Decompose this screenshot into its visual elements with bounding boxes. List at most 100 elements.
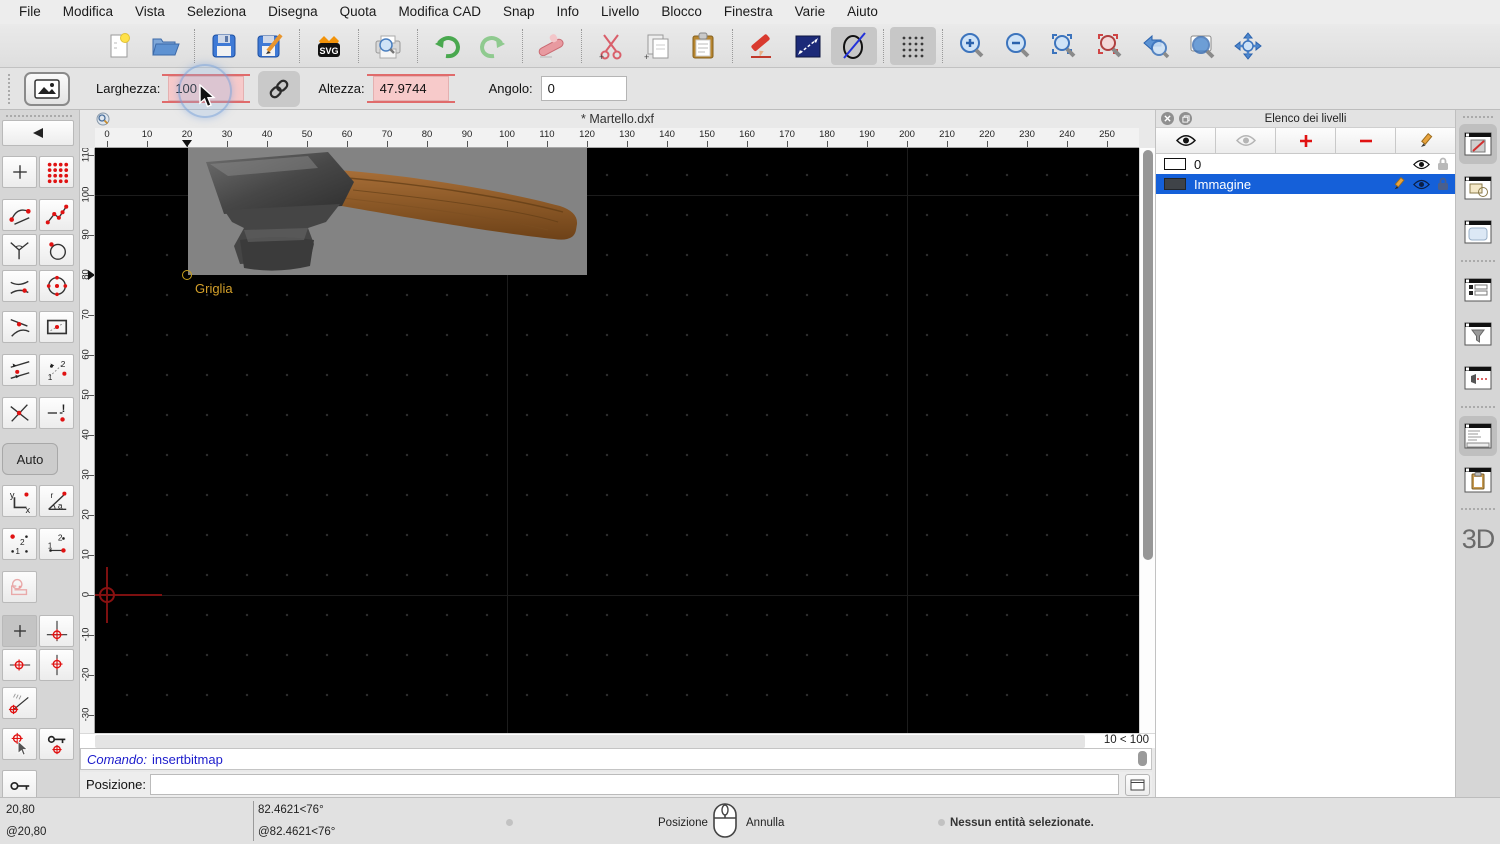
snap-tangent-button[interactable] xyxy=(2,270,37,302)
restrict-angle-button[interactable] xyxy=(2,687,37,719)
menu-item-vista[interactable]: Vista xyxy=(124,0,176,24)
selection-filter-panel-button[interactable] xyxy=(1459,314,1497,354)
restrict-off-button[interactable] xyxy=(2,571,37,603)
copy-button[interactable]: + xyxy=(634,27,680,65)
layer-edit-icon[interactable] xyxy=(1392,177,1406,191)
insert-image-tool-button[interactable] xyxy=(24,72,70,106)
back-button[interactable] xyxy=(2,120,74,146)
menu-item-file[interactable]: File xyxy=(8,0,52,24)
angle-input[interactable] xyxy=(541,76,627,101)
canvas-vertical-scrollbar[interactable] xyxy=(1139,148,1155,733)
menu-item-quota[interactable]: Quota xyxy=(329,0,388,24)
command-line-panel-button[interactable] xyxy=(1459,416,1497,456)
layer-row-0[interactable]: 0 xyxy=(1156,154,1455,174)
canvas-horizontal-scrollbar[interactable]: 10 < 100 xyxy=(80,733,1155,748)
drawing-canvas[interactable]: Griglia xyxy=(95,148,1139,733)
snap-grid-button[interactable] xyxy=(39,156,74,188)
coordinate-cartesian-button[interactable]: yx xyxy=(2,485,37,517)
auto-zoom-button[interactable] xyxy=(1041,27,1087,65)
menu-item-finestra[interactable]: Finestra xyxy=(713,0,784,24)
open-file-button[interactable] xyxy=(142,27,188,65)
paste-button[interactable] xyxy=(680,27,726,65)
menu-item-varie[interactable]: Varie xyxy=(784,0,837,24)
snap-free-button[interactable] xyxy=(2,156,37,188)
redo-button[interactable] xyxy=(470,27,516,65)
menu-item-seleziona[interactable]: Seleziona xyxy=(176,0,257,24)
layer-visible-icon[interactable] xyxy=(1413,179,1430,190)
add-layer-button[interactable] xyxy=(1276,128,1336,153)
menu-item-disegna[interactable]: Disegna xyxy=(257,0,329,24)
layer-lock-icon[interactable] xyxy=(1437,157,1449,171)
cut-button[interactable]: + xyxy=(588,27,634,65)
remove-layer-button[interactable] xyxy=(1336,128,1396,153)
restrict-vertical-button[interactable] xyxy=(39,649,74,681)
coordinate-polar-button[interactable]: ra xyxy=(39,485,74,517)
snap-intersection-manual-button[interactable]: ! xyxy=(39,397,74,429)
command-scrollbar-thumb[interactable] xyxy=(1138,751,1147,766)
menu-item-modifica-cad[interactable]: Modifica CAD xyxy=(387,0,492,24)
command-line[interactable]: Comando: insertbitmap xyxy=(80,748,1152,770)
show-all-layers-button[interactable] xyxy=(1156,128,1216,153)
property-editor-panel-button[interactable] xyxy=(1459,212,1497,252)
zoom-selection-button[interactable] xyxy=(1087,27,1133,65)
library-browser-panel-button[interactable] xyxy=(1459,270,1497,310)
previous-view-button[interactable] xyxy=(1133,27,1179,65)
snap-auto-button[interactable] xyxy=(2,311,37,343)
save-as-button[interactable] xyxy=(247,27,293,65)
edit-layer-button[interactable] xyxy=(1396,128,1455,153)
toolbar-drag-handle[interactable] xyxy=(8,74,16,104)
layer-lock-icon[interactable] xyxy=(1437,177,1449,191)
draw-ellipse-button[interactable] xyxy=(831,27,877,65)
new-file-button[interactable] xyxy=(96,27,142,65)
zoom-out-button[interactable] xyxy=(995,27,1041,65)
menu-item-blocco[interactable]: Blocco xyxy=(650,0,713,24)
snap-reference-button[interactable] xyxy=(39,234,74,266)
delete-button[interactable] xyxy=(529,27,575,65)
restrict-orthogonal-button[interactable] xyxy=(39,615,74,647)
zoom-window-button[interactable] xyxy=(1179,27,1225,65)
toggle-command-window-button[interactable] xyxy=(1125,774,1150,796)
draw-freehand-button[interactable] xyxy=(739,27,785,65)
block-list-panel-button[interactable] xyxy=(1459,168,1497,208)
snap-endpoints-button[interactable] xyxy=(2,199,37,231)
scrollbar-thumb[interactable] xyxy=(95,735,1085,748)
dock-drag-handle[interactable] xyxy=(1463,116,1493,118)
snap-distance-button[interactable] xyxy=(2,354,37,386)
layer-visible-icon[interactable] xyxy=(1413,159,1430,170)
lock-relative-zero-button[interactable] xyxy=(39,728,74,760)
restrict-horizontal-button[interactable] xyxy=(2,649,37,681)
relative-cartesian-button[interactable]: 12 xyxy=(2,528,37,560)
set-relative-zero-button[interactable] xyxy=(2,728,37,760)
measure-distance-button[interactable] xyxy=(785,27,831,65)
clipboard-panel-button[interactable] xyxy=(1459,460,1497,500)
svg-export-button[interactable]: SVG xyxy=(306,27,352,65)
3d-dock-label[interactable]: 3D xyxy=(1462,524,1495,555)
inserted-bitmap-hammer[interactable] xyxy=(188,148,587,275)
snap-intersection-button[interactable] xyxy=(2,397,37,429)
snap-center-button[interactable] xyxy=(39,270,74,302)
link-dimensions-button[interactable] xyxy=(258,71,300,107)
hide-all-layers-button[interactable] xyxy=(1216,128,1276,153)
undo-button[interactable] xyxy=(424,27,470,65)
snap-perpendicular-button[interactable] xyxy=(2,234,37,266)
menu-item-aiuto[interactable]: Aiuto xyxy=(836,0,889,24)
print-preview-button[interactable] xyxy=(365,27,411,65)
menu-item-snap[interactable]: Snap xyxy=(492,0,546,24)
menu-item-livello[interactable]: Livello xyxy=(590,0,650,24)
relative-polar-button[interactable]: 12 xyxy=(39,528,74,560)
show-grid-button[interactable] xyxy=(890,27,936,65)
toolbar-drag-handle[interactable] xyxy=(6,115,72,117)
layer-list-panel-button[interactable] xyxy=(1459,124,1497,164)
snap-on-entity-button[interactable] xyxy=(39,199,74,231)
pan-button[interactable] xyxy=(1225,27,1271,65)
save-button[interactable] xyxy=(201,27,247,65)
menu-item-info[interactable]: Info xyxy=(546,0,591,24)
position-input[interactable] xyxy=(150,774,1119,795)
command-widget-panel-button[interactable] xyxy=(1459,358,1497,398)
snap-auto-toggle-button[interactable]: Auto xyxy=(2,443,58,475)
menu-item-modifica[interactable]: Modifica xyxy=(52,0,124,24)
zoom-in-button[interactable] xyxy=(949,27,995,65)
scrollbar-thumb[interactable] xyxy=(1143,150,1153,560)
snap-middle-button[interactable] xyxy=(39,311,74,343)
snap-distance-manual-button[interactable]: 12 xyxy=(39,354,74,386)
